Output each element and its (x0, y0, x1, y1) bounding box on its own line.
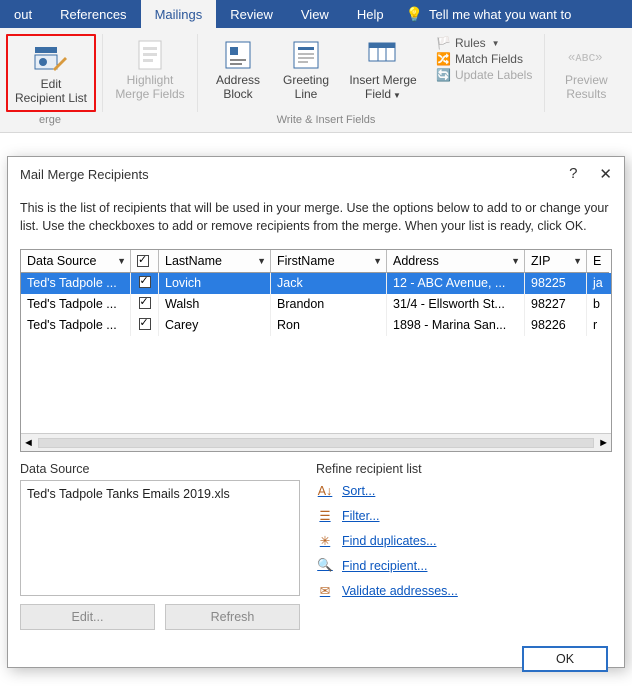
col-zip[interactable]: ZIP▼ (525, 250, 587, 273)
chevron-down-icon[interactable]: ▼ (117, 256, 126, 266)
ok-button[interactable]: OK (522, 646, 608, 672)
filter-icon: ☰ (316, 508, 334, 523)
update-labels-button: 🔄 Update Labels (436, 68, 532, 82)
insert-merge-field-icon (366, 36, 400, 74)
table-row[interactable]: Ted's Tadpole ... Walsh Brandon 31/4 - E… (21, 294, 611, 315)
table-row[interactable]: Ted's Tadpole ... Lovich Jack 12 - ABC A… (21, 273, 611, 294)
col-checkbox[interactable] (131, 250, 159, 273)
find-recipient-icon: 🔍 (316, 558, 334, 573)
ribbon-side-column: 🏳️ Rules ▼ 🔀 Match Fields 🔄 Update Label… (426, 34, 538, 104)
edit-recipient-icon (33, 40, 69, 78)
tab-layout[interactable]: out (0, 0, 46, 28)
dialog-close-button[interactable]: ✕ (599, 165, 612, 183)
scrollbar-track[interactable] (38, 438, 594, 448)
ribbon: Edit Recipient List Highlight Merge Fiel… (0, 28, 632, 133)
data-source-list[interactable]: Ted's Tadpole Tanks Emails 2019.xls (20, 480, 300, 596)
data-source-refresh-button: Refresh (165, 604, 300, 630)
ribbon-group-caption: Write & Insert Fields (100, 112, 552, 130)
edit-recipient-list-button[interactable]: Edit Recipient List (6, 34, 96, 112)
chevron-down-icon[interactable]: ▼ (257, 256, 266, 266)
dialog-intro-text: This is the list of recipients that will… (20, 199, 612, 235)
edit-recipient-line1: Edit (41, 78, 62, 92)
tab-help[interactable]: Help (343, 0, 398, 28)
preview-results-icon: «ᴀʙᴄ» (566, 36, 606, 74)
dialog-title: Mail Merge Recipients (20, 167, 149, 182)
checkbox-checked-icon[interactable] (139, 276, 151, 288)
chevron-down-icon: ▼ (393, 91, 401, 100)
col-address[interactable]: Address▼ (387, 250, 525, 273)
find-duplicates-link[interactable]: ✳Find duplicates... (316, 533, 612, 548)
preview-results-button: «ᴀʙᴄ» Preview Results (551, 34, 621, 104)
grid-header-row: Data Source▼ LastName▼ FirstName▼ Addres… (21, 250, 611, 273)
validate-addresses-link[interactable]: ✉Validate addresses... (316, 583, 612, 598)
checkbox-checked-icon[interactable] (139, 318, 151, 330)
validate-icon: ✉ (316, 583, 334, 598)
refine-list-label: Refine recipient list (316, 462, 612, 476)
match-fields-button[interactable]: 🔀 Match Fields (436, 52, 532, 66)
find-recipient-link[interactable]: 🔍Find recipient... (316, 558, 612, 573)
dialog-help-button[interactable]: ? (569, 165, 577, 183)
tell-me-search[interactable]: 💡 Tell me what you want to (398, 0, 572, 28)
scroll-right-icon[interactable]: ► (598, 437, 609, 449)
col-lastname[interactable]: LastName▼ (159, 250, 271, 273)
chevron-down-icon[interactable]: ▼ (573, 256, 582, 266)
data-source-file[interactable]: Ted's Tadpole Tanks Emails 2019.xls (27, 487, 230, 501)
tab-review[interactable]: Review (216, 0, 287, 28)
sort-icon: A↓ (316, 484, 334, 498)
tell-me-label: Tell me what you want to (429, 7, 571, 22)
data-source-edit-button: Edit... (20, 604, 155, 630)
highlight-fields-icon (135, 36, 165, 74)
chevron-down-icon: ▼ (492, 39, 500, 48)
rules-button[interactable]: 🏳️ Rules ▼ (436, 36, 532, 50)
insert-merge-field-button[interactable]: Insert Merge Field▼ (340, 34, 426, 104)
duplicates-icon: ✳ (316, 533, 334, 548)
address-block-icon (223, 36, 253, 74)
address-block-button[interactable]: Address Block (204, 34, 272, 104)
edit-recipient-line2: Recipient List (15, 92, 87, 106)
ribbon-group-caption: erge (0, 112, 100, 130)
col-data-source[interactable]: Data Source▼ (21, 250, 131, 273)
chevron-down-icon[interactable]: ▼ (373, 256, 382, 266)
tab-mailings[interactable]: Mailings (141, 0, 217, 28)
checkbox-checked-icon[interactable] (137, 255, 149, 267)
filter-link[interactable]: ☰Filter... (316, 508, 612, 523)
scroll-left-icon[interactable]: ◄ (23, 437, 34, 449)
horizontal-scrollbar[interactable]: ◄ ► (21, 433, 611, 451)
recipients-grid: Data Source▼ LastName▼ FirstName▼ Addres… (20, 249, 612, 452)
tab-view[interactable]: View (287, 0, 343, 28)
col-firstname[interactable]: FirstName▼ (271, 250, 387, 273)
rules-icon: 🏳️ (436, 36, 451, 50)
col-email[interactable]: E (587, 250, 609, 273)
data-source-label: Data Source (20, 462, 300, 476)
ribbon-tabs: out References Mailings Review View Help… (0, 0, 632, 28)
mail-merge-recipients-dialog: Mail Merge Recipients ? ✕ This is the li… (7, 156, 625, 668)
lightbulb-icon: 💡 (406, 6, 423, 23)
checkbox-checked-icon[interactable] (139, 297, 151, 309)
update-labels-icon: 🔄 (436, 68, 451, 82)
sort-link[interactable]: A↓Sort... (316, 484, 612, 498)
highlight-merge-fields-button: Highlight Merge Fields (109, 34, 191, 104)
match-fields-icon: 🔀 (436, 52, 451, 66)
svg-text:«ᴀʙᴄ»: «ᴀʙᴄ» (568, 49, 602, 64)
greeting-line-button[interactable]: Greeting Line (272, 34, 340, 104)
greeting-line-icon (291, 36, 321, 74)
tab-references[interactable]: References (46, 0, 140, 28)
chevron-down-icon[interactable]: ▼ (511, 256, 520, 266)
table-row[interactable]: Ted's Tadpole ... Carey Ron 1898 - Marin… (21, 315, 611, 336)
